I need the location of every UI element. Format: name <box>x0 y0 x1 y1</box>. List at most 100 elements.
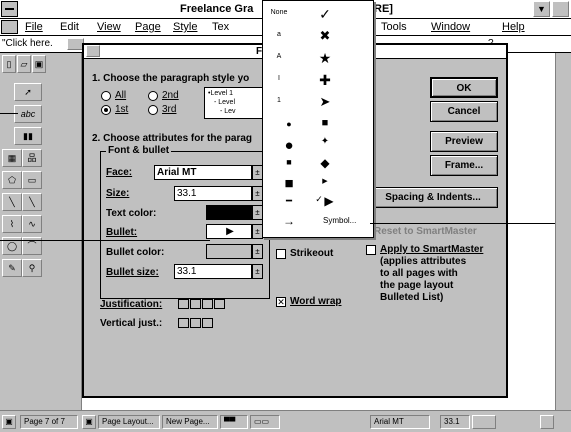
vjust-top-icon[interactable] <box>178 318 189 328</box>
size-indicator[interactable]: 33.1 <box>440 415 470 429</box>
pointer-tool-icon[interactable]: ➚ <box>14 83 42 101</box>
minimize-icon[interactable]: ▼ <box>533 1 550 17</box>
symbol-tool-icon[interactable]: ⚲ <box>22 259 42 277</box>
bullet-option-sparkle[interactable]: ✦ <box>315 136 335 147</box>
rectangle-tool-icon[interactable]: ▭ <box>22 171 42 189</box>
menu-window[interactable]: Window <box>431 21 470 33</box>
bullet-option-dash[interactable]: ━ <box>279 196 299 207</box>
face-field[interactable]: Arial MT <box>154 165 252 180</box>
open-icon[interactable]: ▱ <box>17 55 31 73</box>
doc-system-menu-icon[interactable] <box>1 20 18 34</box>
font-indicator[interactable]: Arial MT <box>370 415 430 429</box>
frame-button[interactable]: Frame... <box>430 155 498 176</box>
bullet-color-dropdown-icon[interactable]: ± <box>252 244 263 259</box>
apply-smartmaster-checkbox[interactable] <box>366 245 376 255</box>
bullet-option-cross[interactable]: ✚ <box>315 72 335 89</box>
new-icon[interactable]: ▯ <box>2 55 16 73</box>
justify-left-icon[interactable] <box>178 299 189 309</box>
bullet-option-none[interactable]: None <box>265 9 293 16</box>
bullet-size-field[interactable]: 33.1 <box>174 264 252 279</box>
bullet-field[interactable]: ▶ <box>206 224 252 239</box>
page-prev-icon[interactable]: ▣ <box>2 415 16 429</box>
menu-style[interactable]: Style <box>173 21 197 33</box>
org-chart-tool-icon[interactable]: 品 <box>22 149 42 167</box>
system-menu-icon[interactable] <box>1 1 18 17</box>
color-indicator[interactable] <box>472 415 496 429</box>
menu-file[interactable]: File <box>25 21 43 33</box>
bullet-option-arrowhead[interactable]: ➤ <box>315 94 335 110</box>
view-mode-button[interactable]: ▀▀ <box>220 415 248 429</box>
menu-edit[interactable]: Edit <box>60 21 79 33</box>
polyline-tool-icon[interactable]: ⌇ <box>2 215 22 233</box>
justify-full-icon[interactable] <box>214 299 225 309</box>
freehand-tool-icon[interactable]: ✎ <box>2 259 22 277</box>
status-scroll-icon[interactable] <box>540 415 554 429</box>
radio-1st-label[interactable]: 1st <box>115 104 128 115</box>
maximize-icon[interactable] <box>552 1 569 17</box>
ok-button[interactable]: OK <box>430 77 498 98</box>
bullet-option-roman[interactable]: I <box>269 75 289 82</box>
bullet-option-arrow[interactable]: → <box>279 214 299 228</box>
word-wrap-checkbox[interactable]: ✕ <box>276 297 286 307</box>
view-mode-button-2[interactable]: ▭▭ <box>250 415 280 429</box>
menu-tools[interactable]: Tools <box>381 21 407 33</box>
bullet-color-swatch[interactable] <box>206 244 252 259</box>
radio-3rd[interactable] <box>148 105 158 115</box>
cancel-button[interactable]: Cancel <box>430 101 498 122</box>
menu-text[interactable]: Tex <box>212 21 229 33</box>
spacing-indents-button[interactable]: Spacing & Indents... <box>368 187 498 208</box>
page-layout-button[interactable]: Page Layout... <box>98 415 160 429</box>
bullet-option-diamond[interactable]: ◆ <box>315 156 335 170</box>
apply-smartmaster-label[interactable]: Apply to SmartMaster <box>380 244 483 255</box>
bullet-option-small-square[interactable]: ■ <box>279 157 299 167</box>
vjust-middle-icon[interactable] <box>190 318 201 328</box>
menu-page[interactable]: Page <box>135 21 161 33</box>
reset-smartmaster-button[interactable]: Reset to SmartMaster <box>374 226 477 237</box>
bullet-option-star[interactable]: ★ <box>315 50 335 67</box>
word-wrap-label[interactable]: Word wrap <box>290 296 341 307</box>
bullet-option-check[interactable]: ✓ <box>315 6 335 23</box>
vertical-scrollbar[interactable] <box>555 53 571 410</box>
line-tool-icon[interactable]: ╲ <box>2 193 22 211</box>
arrow-tool-icon[interactable]: ╲ <box>22 193 42 211</box>
text-color-swatch[interactable] <box>206 205 252 220</box>
justify-center-icon[interactable] <box>190 299 201 309</box>
page-layout-icon[interactable]: ▣ <box>82 415 96 429</box>
menu-help[interactable]: Help <box>502 21 525 33</box>
save-icon[interactable]: ▣ <box>32 55 46 73</box>
justify-right-icon[interactable] <box>202 299 213 309</box>
strikeout-label[interactable]: Strikeout <box>290 248 333 259</box>
bullet-option-square[interactable]: ■ <box>315 117 335 129</box>
bullet-option-small-triangle[interactable]: ▶ <box>315 177 335 185</box>
bullet-option-small-dot[interactable]: ● <box>279 119 299 129</box>
apply-note-line-3: the page layout <box>380 280 454 291</box>
curve-tool-icon[interactable]: ∿ <box>22 215 42 233</box>
bullet-option-number[interactable]: 1 <box>269 97 289 104</box>
bullet-option-upper-a[interactable]: A <box>269 53 289 60</box>
step2-label: 2. Choose attributes for the parag <box>92 133 253 144</box>
bullet-option-large-square[interactable]: ■ <box>279 175 299 192</box>
bullet-option-x[interactable]: ✖ <box>315 28 335 44</box>
radio-1st[interactable] <box>101 105 111 115</box>
table-tool-icon[interactable]: ▦ <box>2 149 22 167</box>
preview-button[interactable]: Preview <box>430 131 498 152</box>
strikeout-checkbox[interactable] <box>276 249 286 259</box>
chart-tool-icon[interactable]: ▮▮ <box>14 127 42 145</box>
radio-3rd-label[interactable]: 3rd <box>162 104 176 115</box>
vjust-bottom-icon[interactable] <box>202 318 213 328</box>
radio-all[interactable] <box>101 91 111 101</box>
radio-2nd[interactable] <box>148 91 158 101</box>
bullet-option-lower-a[interactable]: a <box>269 31 289 38</box>
text-tool-icon[interactable]: abc <box>14 105 42 123</box>
radio-2nd-label[interactable]: 2nd <box>162 90 179 101</box>
bullet-option-symbol[interactable]: Symbol... <box>323 216 356 225</box>
new-page-button[interactable]: New Page... <box>162 415 218 429</box>
menu-view[interactable]: View <box>97 21 121 33</box>
bullet-option-large-dot[interactable]: ● <box>279 137 299 154</box>
bullet-size-dropdown-icon[interactable]: ± <box>252 264 263 279</box>
polygon-tool-icon[interactable]: ⬠ <box>2 171 22 189</box>
dialog-system-menu-icon[interactable] <box>86 45 100 57</box>
size-field[interactable]: 33.1 <box>174 186 252 201</box>
radio-all-label[interactable]: All <box>115 90 126 101</box>
bullet-option-triangle-selected[interactable]: ▶ <box>319 194 339 208</box>
